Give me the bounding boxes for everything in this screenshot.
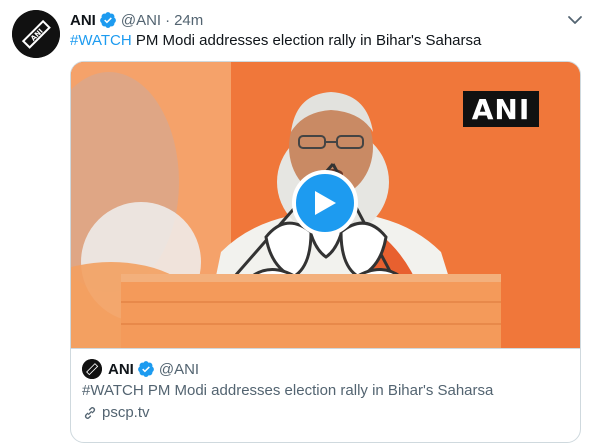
timestamp[interactable]: 24m	[174, 12, 203, 29]
link-icon	[84, 406, 96, 419]
hashtag-link[interactable]: #WATCH	[70, 32, 132, 49]
quoted-header: ANI @ANI	[82, 358, 199, 380]
play-icon	[315, 191, 336, 215]
tweet-text: #WATCH PM Modi addresses election rally …	[70, 31, 481, 51]
ani-logo-icon	[82, 359, 102, 379]
quoted-avatar	[82, 359, 102, 379]
ani-logo-icon: ANI	[12, 10, 60, 58]
handle[interactable]: @ANI	[121, 12, 161, 29]
quoted-handle: @ANI	[158, 360, 200, 378]
quoted-tweet[interactable]: ANI @ANI #WATCH PM Modi addresses electi…	[71, 348, 580, 421]
ani-watermark: ANI	[463, 91, 539, 127]
chevron-down-icon[interactable]	[565, 10, 585, 30]
display-name[interactable]: ANI	[70, 12, 96, 29]
quoted-link[interactable]: pscp.tv	[82, 404, 150, 421]
verified-badge-icon	[99, 12, 116, 28]
tweet-header: ANI @ANI · 24m	[70, 10, 203, 30]
play-button[interactable]	[292, 170, 358, 236]
tweet-body: PM Modi addresses election rally in Biha…	[131, 32, 482, 49]
video-thumbnail[interactable]: ANI	[71, 62, 580, 348]
verified-badge-icon	[137, 361, 154, 377]
quoted-link-text[interactable]: pscp.tv	[102, 404, 150, 421]
avatar[interactable]: ANI	[12, 10, 60, 58]
quoted-display-name: ANI	[108, 360, 134, 378]
quoted-text: #WATCH PM Modi addresses election rally …	[82, 382, 494, 399]
media-card[interactable]: ANI ANI @ANI #WATCH PM Modi addresses el…	[70, 61, 581, 443]
separator-dot: ·	[165, 11, 171, 29]
